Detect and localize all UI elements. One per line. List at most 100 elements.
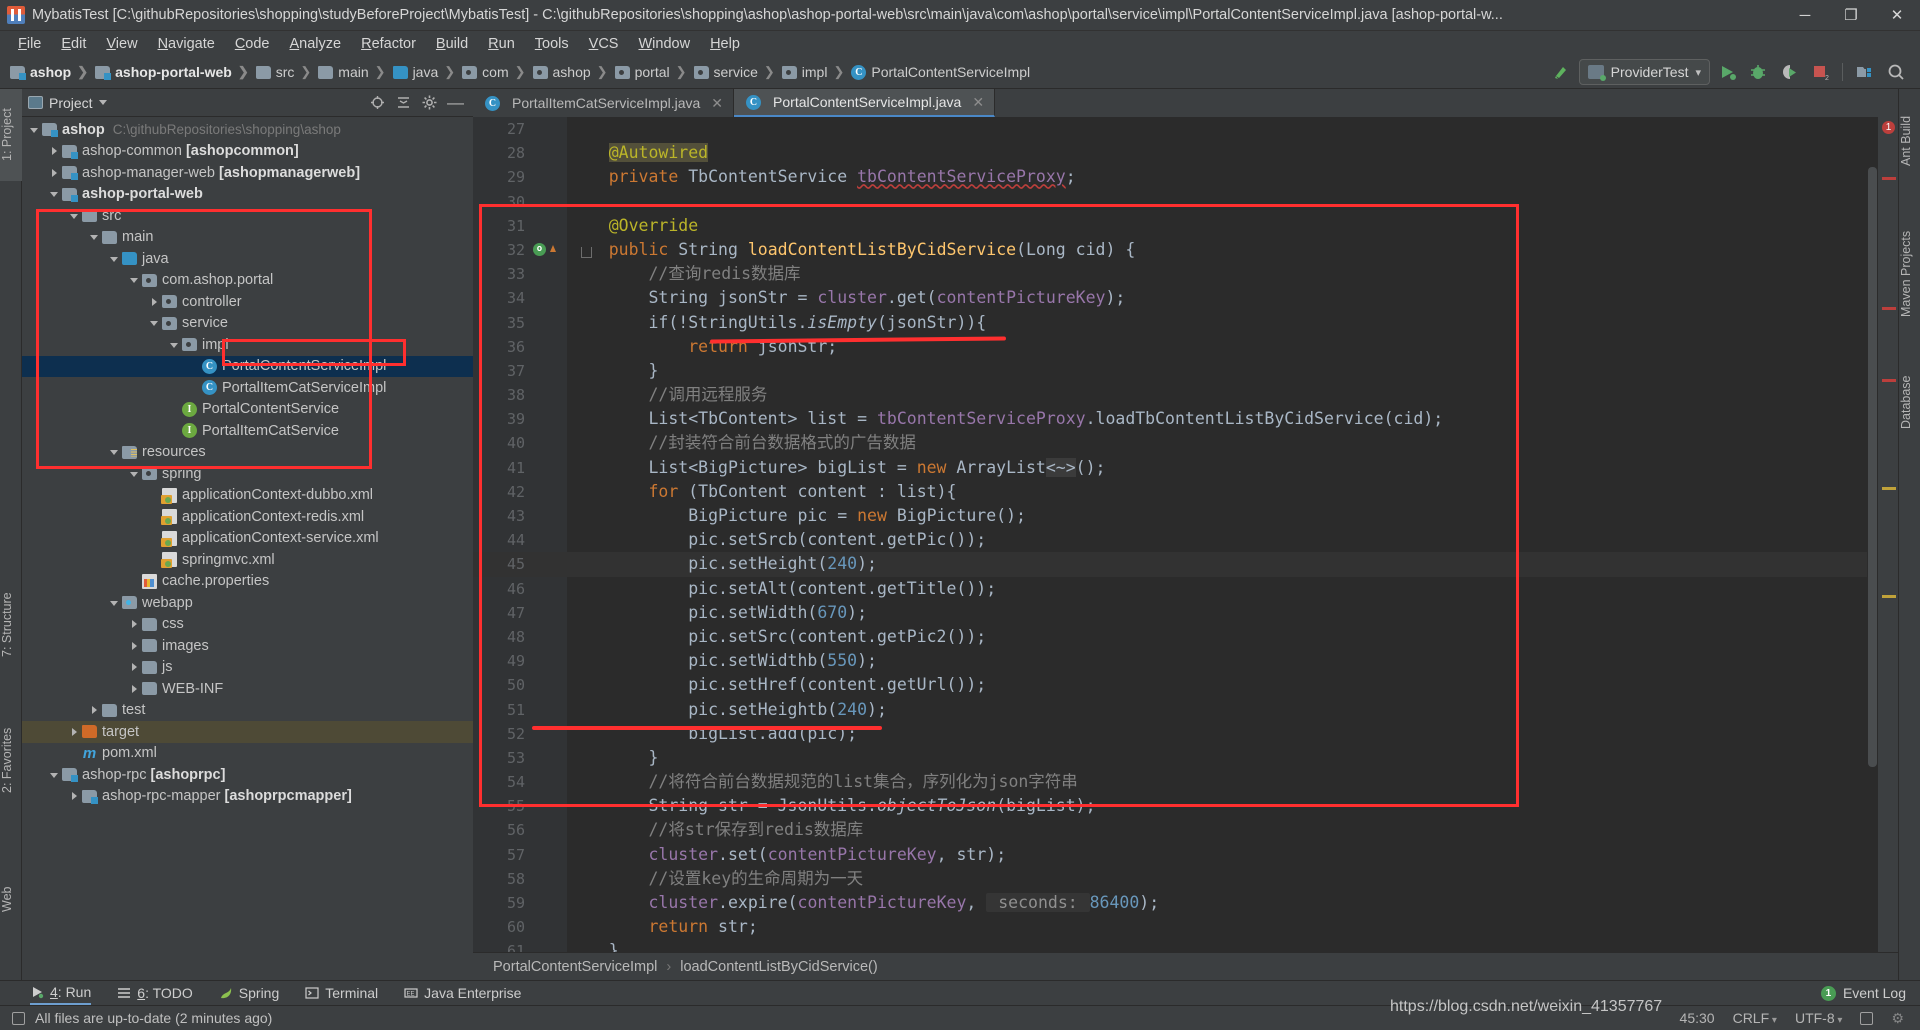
breadcrumb-src[interactable]: src ❯ bbox=[252, 60, 315, 84]
tree-node[interactable]: ashop-rpc [ashoprpc] bbox=[22, 764, 473, 786]
chevron-right-icon[interactable] bbox=[88, 703, 102, 717]
sidebar-tab-web[interactable]: Web bbox=[0, 878, 22, 920]
run-with-coverage-button[interactable] bbox=[1775, 59, 1803, 85]
code-line[interactable]: 38 //调用远程服务 bbox=[473, 383, 1898, 407]
chevron-right-icon[interactable] bbox=[48, 166, 62, 180]
sidebar-tab-maven-projects[interactable]: Maven Projects bbox=[1899, 209, 1920, 339]
lock-icon[interactable] bbox=[1860, 1011, 1874, 1025]
tree-node[interactable]: ashop-common [ashopcommon] bbox=[22, 141, 473, 163]
code-line[interactable]: 37 } bbox=[473, 359, 1898, 383]
tree-node[interactable]: ashop-rpc-mapper [ashoprpcmapper] bbox=[22, 786, 473, 808]
error-marker[interactable] bbox=[1882, 307, 1896, 310]
code-line[interactable]: 34 String jsonStr = cluster.get(contentP… bbox=[473, 286, 1898, 310]
tree-node[interactable]: ashop C:\githubRepositories\shopping\asho… bbox=[22, 119, 473, 141]
close-icon[interactable]: ✕ bbox=[711, 95, 723, 112]
menu-item-navigate[interactable]: Navigate bbox=[148, 33, 225, 55]
tool-window-terminal[interactable]: Terminal bbox=[305, 981, 378, 1005]
code-line[interactable]: 53 } bbox=[473, 746, 1898, 770]
chevron-down-icon[interactable] bbox=[108, 252, 122, 266]
editor-tab-portalitemcatserviceimpl[interactable]: C PortalItemCatServiceImpl.java ✕ bbox=[473, 89, 735, 117]
tree-node[interactable]: I PortalItemCatService bbox=[22, 420, 473, 442]
code-content[interactable]: 27 28 @Autowired 29 private TbContentServi… bbox=[473, 117, 1898, 980]
make-project-icon[interactable] bbox=[1548, 59, 1576, 85]
code-line[interactable]: 42 for (TbContent content : list){ bbox=[473, 480, 1898, 504]
chevron-right-icon[interactable] bbox=[48, 144, 62, 158]
code-line[interactable]: 41 List<BigPicture> bigList = new ArrayL… bbox=[473, 456, 1898, 480]
chevron-right-icon[interactable] bbox=[68, 789, 82, 803]
chevron-down-icon[interactable] bbox=[108, 596, 122, 610]
project-structure-button[interactable] bbox=[1851, 59, 1879, 85]
sidebar-tab-project[interactable]: 1: Project bbox=[0, 89, 22, 181]
menu-item-help[interactable]: Help bbox=[700, 33, 750, 55]
code-line[interactable]: 44 pic.setSrcb(content.getPic()); bbox=[473, 528, 1898, 552]
breadcrumb-portal[interactable]: portal ❯ bbox=[611, 60, 690, 84]
breadcrumb-java[interactable]: java ❯ bbox=[389, 60, 459, 84]
chevron-right-icon[interactable] bbox=[128, 682, 142, 696]
gear-icon[interactable] bbox=[422, 95, 437, 110]
collapse-all-icon[interactable] bbox=[396, 95, 411, 110]
close-icon[interactable]: ✕ bbox=[972, 94, 984, 111]
code-line[interactable]: 40 //封装符合前台数据格式的广告数据 bbox=[473, 431, 1898, 455]
code-line[interactable]: 57 cluster.set(contentPictureKey, str); bbox=[473, 843, 1898, 867]
line-separator-selector[interactable]: CRLF ▾ bbox=[1733, 1010, 1777, 1026]
chevron-down-icon[interactable] bbox=[128, 273, 142, 287]
code-line[interactable]: 33 //查询redis数据库 bbox=[473, 262, 1898, 286]
tree-node[interactable]: com.ashop.portal bbox=[22, 270, 473, 292]
maximize-button[interactable]: ❐ bbox=[1828, 0, 1874, 31]
chevron-down-icon[interactable] bbox=[68, 209, 82, 223]
code-line[interactable]: 29 private TbContentService tbContentSer… bbox=[473, 165, 1898, 189]
error-stripe-bar[interactable]: 1 bbox=[1878, 117, 1898, 980]
menu-item-edit[interactable]: Edit bbox=[51, 33, 96, 55]
error-count-badge[interactable]: 1 bbox=[1882, 121, 1895, 134]
code-line[interactable]: 39 List<TbContent> list = tbContentServi… bbox=[473, 407, 1898, 431]
menu-item-run[interactable]: Run bbox=[478, 33, 525, 55]
search-everywhere-icon[interactable] bbox=[1882, 59, 1910, 85]
code-line[interactable]: 30 bbox=[473, 190, 1898, 214]
idea-widget-icon[interactable]: ⚙ bbox=[1891, 1010, 1904, 1027]
tree-node[interactable]: C PortalItemCatServiceImpl bbox=[22, 377, 473, 399]
code-line[interactable]: 46 pic.setAlt(content.getTitle()); bbox=[473, 577, 1898, 601]
menu-item-refactor[interactable]: Refactor bbox=[351, 33, 426, 55]
target-icon[interactable] bbox=[370, 95, 385, 110]
chevron-down-icon[interactable] bbox=[48, 187, 62, 201]
menu-item-vcs[interactable]: VCS bbox=[579, 33, 629, 55]
code-line[interactable]: 43 BigPicture pic = new BigPicture(); bbox=[473, 504, 1898, 528]
code-line[interactable]: 50 pic.setHref(content.getUrl()); bbox=[473, 673, 1898, 697]
code-line[interactable]: 59 cluster.expire(contentPictureKey, sec… bbox=[473, 891, 1898, 915]
code-line[interactable]: 58 //设置key的生命周期为一天 bbox=[473, 867, 1898, 891]
menu-item-window[interactable]: Window bbox=[628, 33, 700, 55]
menu-item-file[interactable]: File bbox=[8, 33, 51, 55]
code-line[interactable]: 32 o public String loadContentListByCidSe… bbox=[473, 238, 1898, 262]
tree-node[interactable]: service bbox=[22, 313, 473, 335]
caret-position[interactable]: 45:30 bbox=[1680, 1010, 1715, 1026]
code-line[interactable]: 31 @Override bbox=[473, 214, 1898, 238]
tree-node[interactable]: applicationContext-dubbo.xml bbox=[22, 485, 473, 507]
tree-node[interactable]: springmvc.xml bbox=[22, 549, 473, 571]
code-line[interactable]: 47 pic.setWidth(670); bbox=[473, 601, 1898, 625]
breadcrumb-method[interactable]: loadContentListByCidService() bbox=[680, 959, 877, 975]
code-line[interactable]: 55 String str = JsonUtils.objectToJson(b… bbox=[473, 794, 1898, 818]
chevron-right-icon[interactable] bbox=[148, 295, 162, 309]
project-tree[interactable]: ashop C:\githubRepositories\shopping\asho… bbox=[22, 117, 473, 807]
implements-method-gutter-icon[interactable]: o bbox=[533, 243, 547, 257]
event-log-label[interactable]: Event Log bbox=[1843, 985, 1906, 1001]
tree-node[interactable]: spring bbox=[22, 463, 473, 485]
overriding-arrow-icon[interactable] bbox=[550, 244, 556, 252]
sidebar-tab-favorites[interactable]: 2: Favorites bbox=[0, 700, 22, 820]
close-button[interactable]: ✕ bbox=[1874, 0, 1920, 31]
chevron-down-icon[interactable] bbox=[88, 230, 102, 244]
sidebar-tab-database[interactable]: Database bbox=[1899, 359, 1920, 445]
tree-node[interactable]: main bbox=[22, 227, 473, 249]
tree-node[interactable]: cache.properties bbox=[22, 571, 473, 593]
chevron-down-icon[interactable] bbox=[98, 100, 107, 105]
debug-button[interactable] bbox=[1744, 59, 1772, 85]
tree-node[interactable]: m pom.xml bbox=[22, 743, 473, 765]
tree-node[interactable]: impl bbox=[22, 334, 473, 356]
error-marker[interactable] bbox=[1882, 177, 1896, 180]
encoding-selector[interactable]: UTF-8 ▾ bbox=[1795, 1010, 1842, 1026]
chevron-right-icon[interactable] bbox=[68, 725, 82, 739]
tree-node[interactable]: images bbox=[22, 635, 473, 657]
tree-node[interactable]: C PortalContentServiceImpl bbox=[22, 355, 473, 377]
hide-panel-icon[interactable]: — bbox=[447, 94, 464, 111]
tree-node[interactable]: java bbox=[22, 248, 473, 270]
